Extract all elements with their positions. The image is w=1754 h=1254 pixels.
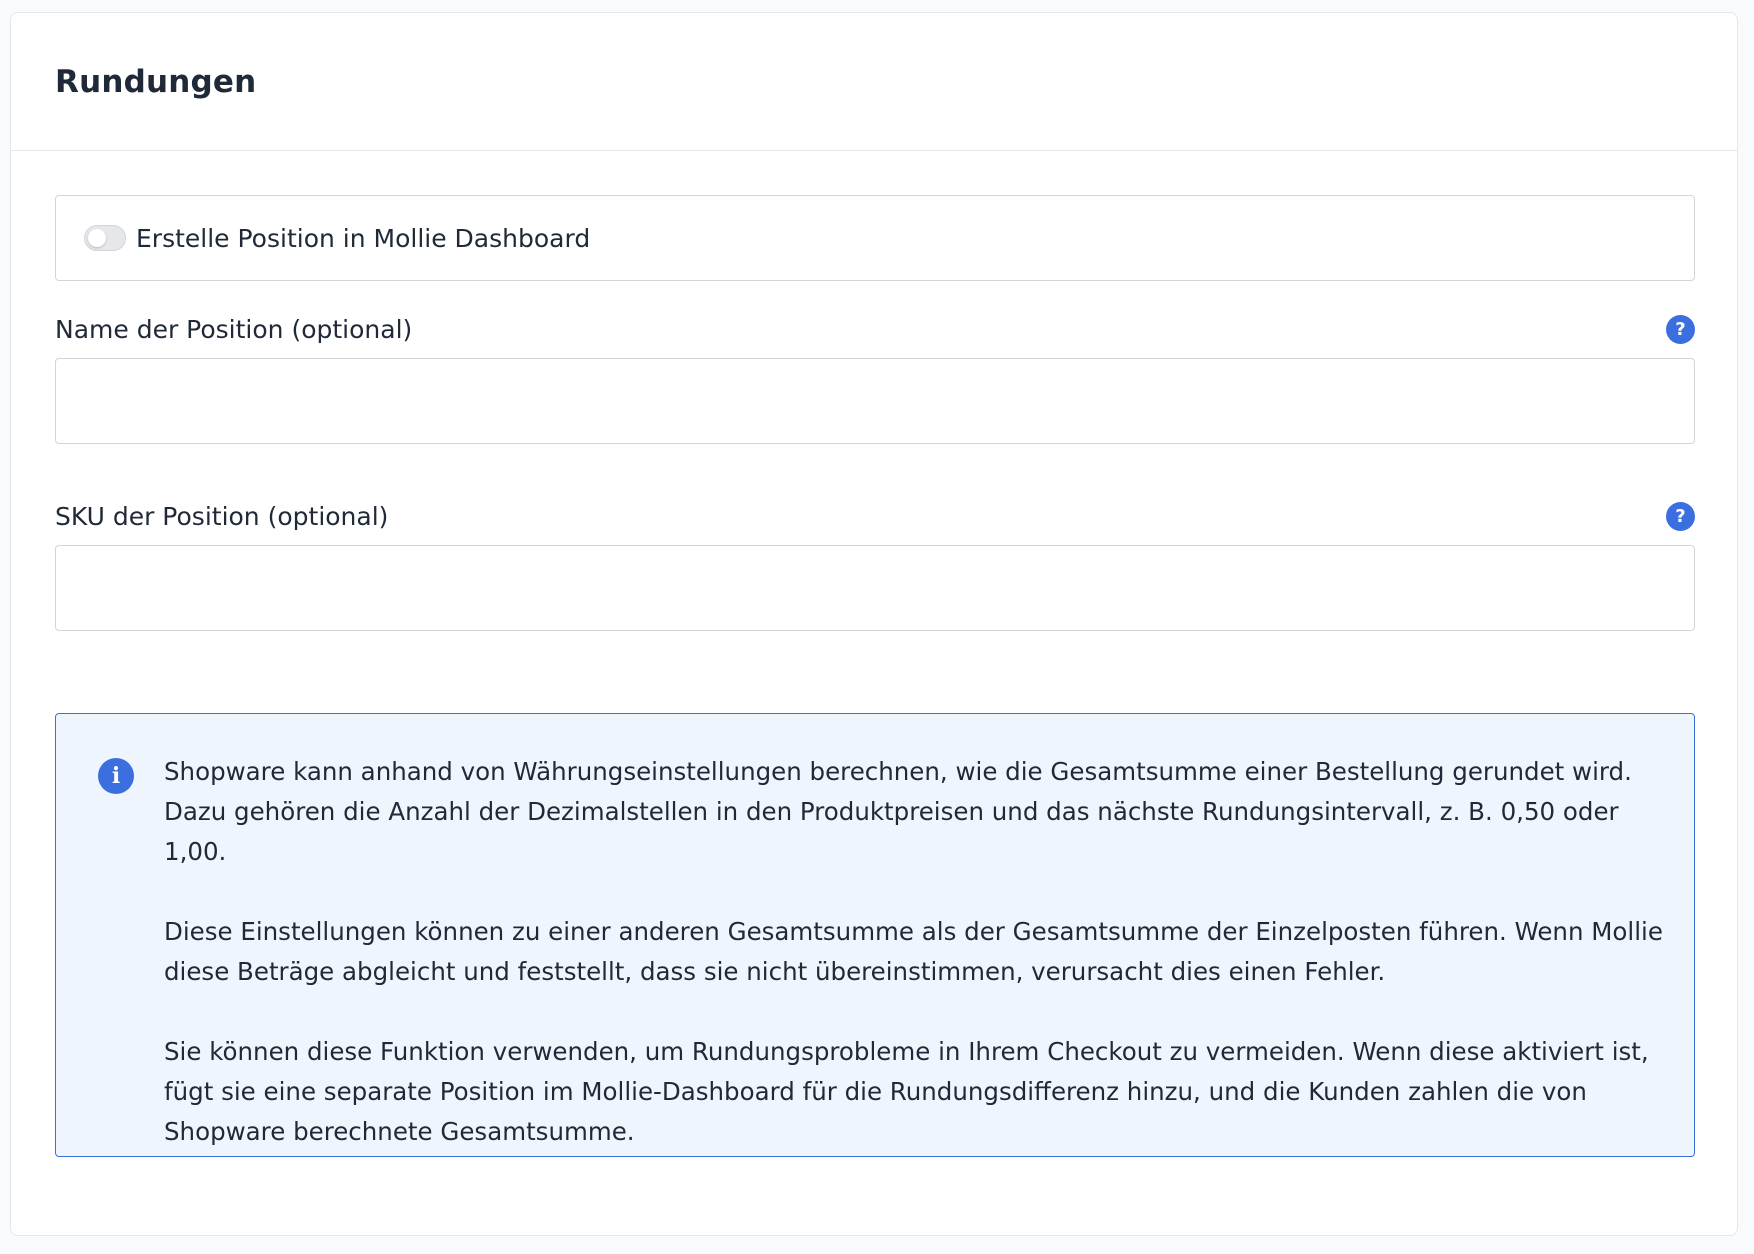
- sku-field-label: SKU der Position (optional): [55, 501, 389, 531]
- info-icon: i: [98, 758, 134, 794]
- info-paragraph: Shopware kann anhand von Währungseinstel…: [164, 757, 1632, 866]
- sku-field-label-row: SKU der Position (optional) ?: [55, 498, 1695, 534]
- question-icon[interactable]: ?: [1666, 501, 1695, 531]
- question-icon[interactable]: ?: [1666, 314, 1695, 344]
- rounding-toggle-switch[interactable]: [84, 225, 126, 251]
- settings-card: Rundungen Erstelle Position in Mollie Da…: [10, 12, 1738, 1236]
- info-text: Shopware kann anhand von Währungseinstel…: [164, 752, 1664, 1152]
- card-title: Rundungen: [55, 63, 257, 100]
- card-header: Rundungen: [11, 13, 1737, 151]
- info-paragraph: Diese Einstellungen können zu einer ande…: [164, 917, 1663, 986]
- name-field-label-row: Name der Position (optional) ?: [55, 311, 1695, 347]
- rounding-toggle-label[interactable]: Erstelle Position in Mollie Dashboard: [136, 224, 590, 253]
- info-alert: i Shopware kann anhand von Währungseinst…: [55, 713, 1695, 1157]
- position-sku-input[interactable]: [55, 545, 1695, 631]
- toggle-knob: [88, 229, 106, 247]
- rounding-toggle-field: Erstelle Position in Mollie Dashboard: [55, 195, 1695, 281]
- info-paragraph: Sie können diese Funktion verwenden, um …: [164, 1037, 1649, 1146]
- name-field-label: Name der Position (optional): [55, 314, 413, 344]
- position-name-input[interactable]: [55, 358, 1695, 444]
